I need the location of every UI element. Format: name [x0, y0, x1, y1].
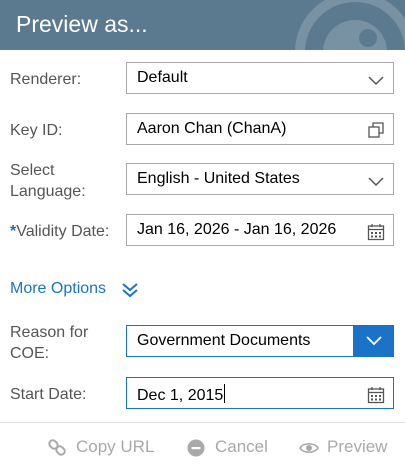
calendar-icon[interactable] — [367, 386, 385, 404]
double-chevron-down-icon[interactable] — [121, 281, 139, 299]
more-options-link[interactable]: More Options — [10, 280, 106, 298]
renderer-select[interactable]: Default — [126, 62, 394, 94]
validity-date-field[interactable]: Jan 16, 2026 - Jan 16, 2026 — [126, 214, 394, 246]
validity-date-label: *Validity Date: — [10, 222, 109, 241]
copy-url-label: Copy URL — [76, 437, 155, 456]
copy-url-button[interactable]: Copy URL — [48, 437, 163, 459]
minus-circle-icon — [187, 439, 205, 457]
renderer-value: Default — [137, 69, 188, 86]
reason-dropdown-button[interactable] — [353, 325, 394, 357]
language-label-line2: Language: — [10, 183, 86, 200]
chevron-down-icon — [368, 76, 384, 86]
cancel-button[interactable]: Cancel — [187, 437, 277, 459]
start-date-field[interactable]: Dec 1, 2015 — [126, 377, 394, 409]
key-id-label: Key ID: — [10, 122, 63, 139]
key-id-field[interactable]: Aaron Chan (ChanA) — [126, 113, 394, 145]
header-watermark-icon — [295, 0, 405, 50]
text-caret — [224, 384, 226, 403]
reason-label-line1: Reason for — [10, 324, 89, 341]
reason-select[interactable]: Government Documents — [126, 325, 394, 357]
dialog-title: Preview as... — [16, 11, 148, 37]
link-icon — [48, 439, 66, 456]
preview-label: Preview — [327, 437, 388, 456]
dialog-header: Preview as... — [0, 0, 405, 50]
chevron-down-icon — [368, 177, 384, 187]
calendar-icon[interactable] — [367, 223, 385, 241]
start-date-value: Dec 1, 2015 — [137, 384, 226, 405]
chevron-down-icon — [366, 336, 382, 346]
eye-icon — [299, 443, 319, 453]
validity-date-label-text: Validity Date: — [16, 223, 110, 240]
language-label-line1: Select — [10, 162, 55, 179]
validity-date-value: Jan 16, 2026 - Jan 16, 2026 — [137, 221, 337, 238]
start-date-label: Start Date: — [10, 386, 87, 403]
reason-label-line2: COE: — [10, 345, 50, 362]
cancel-label: Cancel — [215, 437, 268, 456]
language-select[interactable]: English - United States — [126, 163, 394, 195]
reason-value: Government Documents — [137, 332, 311, 349]
start-date-text: Dec 1, 2015 — [137, 387, 224, 404]
value-help-icon[interactable] — [367, 121, 385, 139]
renderer-label: Renderer: — [10, 71, 82, 88]
preview-button[interactable]: Preview — [299, 437, 399, 459]
key-id-value: Aaron Chan (ChanA) — [137, 120, 287, 137]
footer-divider — [0, 422, 405, 423]
language-value: English - United States — [137, 170, 300, 187]
